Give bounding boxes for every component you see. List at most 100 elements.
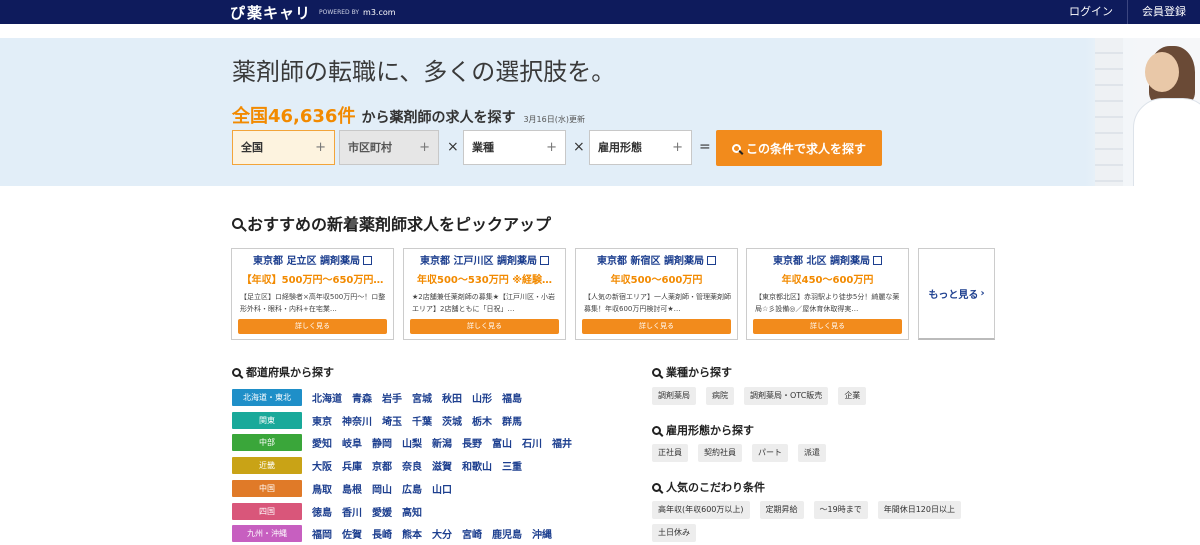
prefecture-link[interactable]: 茨城 xyxy=(442,413,462,428)
job-card-detail-button[interactable]: 詳しく見る xyxy=(410,319,559,334)
job-card-description: 【足立区】ロ経験者×高年収500万円～！ロ整形外科・眼科・内科+在宅業… xyxy=(240,293,386,313)
region-badge: 九州・沖縄 xyxy=(232,525,302,543)
register-link[interactable]: 会員登録 xyxy=(1127,0,1200,24)
prefecture-link[interactable]: 大阪 xyxy=(312,458,332,473)
industry-section-title: 業種から探す xyxy=(652,364,732,380)
prefecture-link[interactable]: 北海道 xyxy=(312,390,342,405)
area-select[interactable]: 全国 + xyxy=(232,130,335,165)
site-logo[interactable]: ぴ 薬キャリ POWERED BY m3.com xyxy=(230,2,396,22)
job-card-detail-button[interactable]: 詳しく見る xyxy=(582,319,731,334)
job-card-detail-button[interactable]: 詳しく見る xyxy=(753,319,902,334)
pickup-title: おすすめの新着薬剤師求人をピックアップ xyxy=(232,211,551,235)
prefecture-link[interactable]: 徳島 xyxy=(312,504,332,519)
prefecture-link[interactable]: 和歌山 xyxy=(462,458,492,473)
search-icon xyxy=(652,482,661,492)
prefecture-link[interactable]: 愛媛 xyxy=(372,504,392,519)
city-select[interactable]: 市区町村 + xyxy=(339,130,439,165)
job-count-suffix: から薬剤師の求人を探す xyxy=(361,110,516,126)
search-icon xyxy=(652,425,661,435)
prefecture-link[interactable]: 千葉 xyxy=(412,413,432,428)
job-card[interactable]: 東京都 江戸川区 調剤薬局 年収500～530万円 ※経験… ★2店舗兼任薬剤師… xyxy=(403,248,566,340)
prefecture-link[interactable]: 奈良 xyxy=(402,458,422,473)
employment-select[interactable]: 雇用形態 + xyxy=(589,130,692,165)
prefecture-link[interactable]: 福岡 xyxy=(312,526,332,541)
external-link-icon xyxy=(706,256,716,265)
prefecture-link[interactable]: 沖縄 xyxy=(532,526,552,541)
prefecture-link[interactable]: 岐阜 xyxy=(342,435,362,450)
prefecture-link[interactable]: 宮城 xyxy=(412,390,432,405)
job-card[interactable]: 東京都 北区 調剤薬局 年収450～600万円 【東京都北区】赤羽駅より徒歩5分… xyxy=(746,248,909,340)
job-card-title-text: 東京都 北区 調剤薬局 xyxy=(773,256,870,267)
industry-tag[interactable]: 病院 xyxy=(706,387,734,405)
prefecture-link[interactable]: 佐賀 xyxy=(342,526,362,541)
search-button-label: この条件で求人を探す xyxy=(745,141,866,156)
region-badge: 中部 xyxy=(232,434,302,452)
prefecture-link[interactable]: 岩手 xyxy=(382,390,402,405)
employment-tag[interactable]: 正社員 xyxy=(652,444,688,462)
job-card-detail-button[interactable]: 詳しく見る xyxy=(238,319,387,334)
prefecture-link[interactable]: 静岡 xyxy=(372,435,392,450)
face-shape xyxy=(1145,52,1179,92)
prefecture-link[interactable]: 京都 xyxy=(372,458,392,473)
login-link[interactable]: ログイン xyxy=(1055,0,1127,24)
prefecture-link[interactable]: 青森 xyxy=(352,390,372,405)
prefecture-link[interactable]: 大分 xyxy=(432,526,452,541)
prefecture-link[interactable]: 鳥取 xyxy=(312,481,332,496)
prefecture-link[interactable]: 愛知 xyxy=(312,435,332,450)
industry-select-value: 業種 xyxy=(472,141,494,154)
popular-tag[interactable]: 年間休日120日以上 xyxy=(877,501,961,519)
prefecture-link[interactable]: 高知 xyxy=(402,504,422,519)
times-operator: × xyxy=(573,139,585,155)
prefecture-link[interactable]: 東京 xyxy=(312,413,332,428)
prefecture-link[interactable]: 長崎 xyxy=(372,526,392,541)
prefecture-link[interactable]: 石川 xyxy=(522,435,542,450)
job-card-title: 東京都 足立区 調剤薬局 xyxy=(232,252,393,267)
prefecture-link[interactable]: 福井 xyxy=(552,435,572,450)
prefecture-link[interactable]: 鹿児島 xyxy=(492,526,522,541)
prefecture-link[interactable]: 福島 xyxy=(502,390,522,405)
industry-tag[interactable]: 調剤薬局 xyxy=(652,387,696,405)
industry-select[interactable]: 業種 + xyxy=(463,130,566,165)
prefecture-link[interactable]: 群馬 xyxy=(502,413,522,428)
prefecture-link[interactable]: 栃木 xyxy=(472,413,492,428)
industry-tag[interactable]: 企業 xyxy=(838,387,867,405)
logo-text: 薬キャリ xyxy=(247,3,312,22)
job-card-title-text: 東京都 江戸川区 調剤薬局 xyxy=(420,256,537,267)
popular-tags: 高年収(年収600万以上) 定期昇給 ～19時まで 年間休日120日以上 xyxy=(652,501,971,519)
prefecture-link[interactable]: 山梨 xyxy=(402,435,422,450)
popular-tag[interactable]: 高年収(年収600万以上) xyxy=(652,501,750,519)
shelf-decoration xyxy=(1095,38,1123,186)
prefecture-link[interactable]: 熊本 xyxy=(402,526,422,541)
job-card[interactable]: 東京都 新宿区 調剤薬局 年収500～600万円 【人気の新宿エリア】一人薬剤師… xyxy=(575,248,738,340)
prefecture-link[interactable]: 岡山 xyxy=(372,481,392,496)
popular-tag[interactable]: 定期昇給 xyxy=(759,501,804,519)
prefecture-link[interactable]: 島根 xyxy=(342,481,362,496)
prefecture-link[interactable]: 滋賀 xyxy=(432,458,452,473)
prefecture-link[interactable]: 三重 xyxy=(502,458,522,473)
prefecture-link[interactable]: 埼玉 xyxy=(382,413,402,428)
popular-tag[interactable]: 土日休み xyxy=(652,524,696,542)
prefecture-link[interactable]: 香川 xyxy=(342,504,362,519)
prefecture-link[interactable]: 長野 xyxy=(462,435,482,450)
pickup-title-text: おすすめの新着薬剤師求人をピックアップ xyxy=(247,215,552,234)
prefecture-link[interactable]: 宮崎 xyxy=(462,526,482,541)
job-total-count: 全国46,636件 xyxy=(232,106,356,127)
job-card-salary: 年収500～530万円 ※経験… xyxy=(417,275,552,286)
prefecture-link[interactable]: 富山 xyxy=(492,435,512,450)
prefecture-link[interactable]: 新潟 xyxy=(432,435,452,450)
prefecture-link[interactable]: 山口 xyxy=(432,481,452,496)
popular-tag[interactable]: ～19時まで xyxy=(813,501,868,519)
more-button[interactable]: もっと見る › xyxy=(918,248,995,340)
job-card[interactable]: 東京都 足立区 調剤薬局 【年収】500万円～650万円… 【足立区】ロ経験者×… xyxy=(231,248,394,340)
prefecture-link[interactable]: 兵庫 xyxy=(342,458,362,473)
prefecture-link[interactable]: 秋田 xyxy=(442,390,462,405)
prefecture-link[interactable]: 神奈川 xyxy=(342,413,372,428)
search-button[interactable]: この条件で求人を探す xyxy=(716,130,882,166)
employment-tag[interactable]: 契約社員 xyxy=(698,444,742,462)
employment-tag[interactable]: パート xyxy=(752,444,788,462)
employment-tag[interactable]: 派遣 xyxy=(798,444,826,462)
industry-tag[interactable]: 調剤薬局・OTC販売 xyxy=(744,387,829,405)
prefecture-link[interactable]: 広島 xyxy=(402,481,422,496)
external-link-icon xyxy=(362,256,372,265)
prefecture-link[interactable]: 山形 xyxy=(472,390,492,405)
